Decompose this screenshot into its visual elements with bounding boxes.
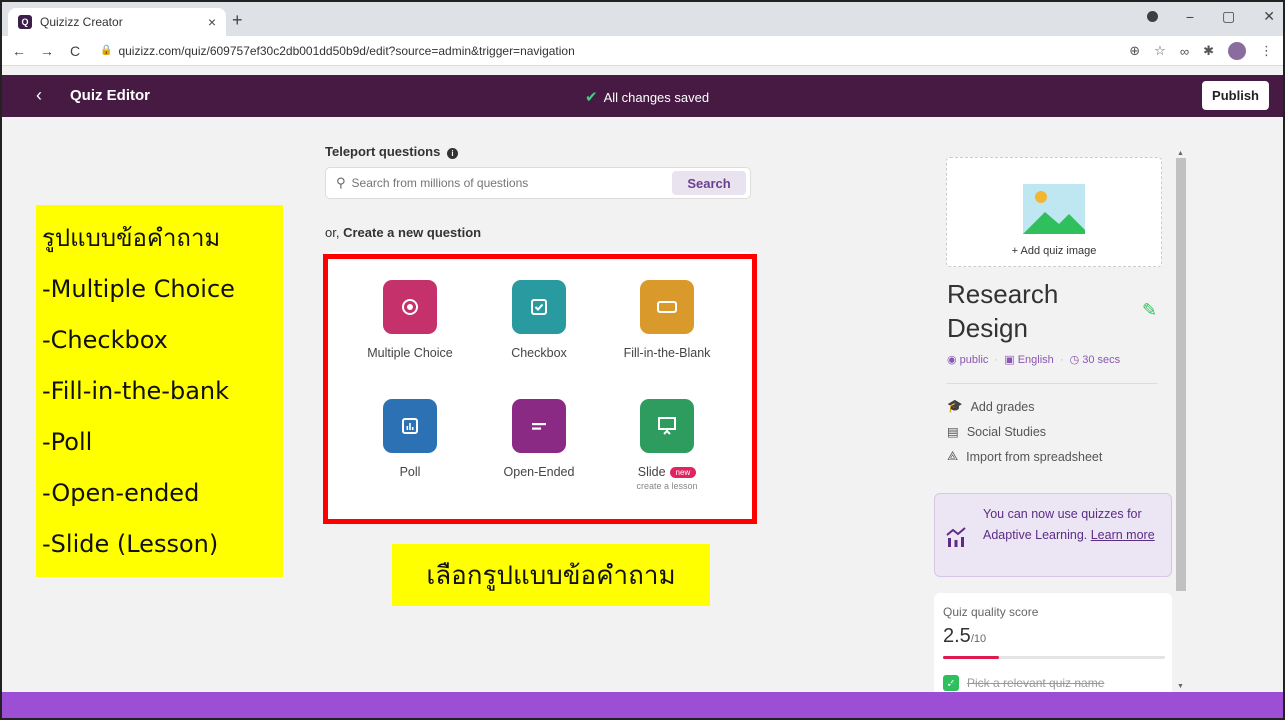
puzzle-icon[interactable]: ✱ [1203,43,1214,59]
clock-icon: ◷ [1069,354,1080,366]
scrollbar-thumb[interactable] [1176,158,1186,591]
teleport-heading: Teleport questions i [325,144,458,159]
adaptive-text-block: You can now use quizzes for Adaptive Lea… [983,504,1168,546]
annotation-line: รูปแบบข้อคำถาม [42,224,221,252]
url-field[interactable]: 🔒 quizizz.com/quiz/609757ef30c2db001dd50… [100,44,575,58]
browser-window: Q Quizizz Creator × + − ▢ ✕ ← → C 🔒 quiz… [0,0,1285,720]
image-placeholder-icon [1023,184,1085,234]
annotation-line: -Poll [42,428,93,456]
check-icon: ✔ [585,89,598,106]
quality-progress-bar [943,656,1165,659]
quiz-meta: ◉ public · ▣ English · ◷ 30 secs [947,354,1121,366]
duration-text[interactable]: 30 secs [1082,354,1120,366]
create-question-heading: or, Create a new question [325,225,481,240]
visibility-text[interactable]: public [960,354,989,366]
annotation-line: -Slide (Lesson) [42,530,219,558]
annotation-line: -Multiple Choice [42,275,235,303]
recording-indicator-icon [1146,11,1158,22]
question-search: ⚲ Search [325,167,751,199]
create-question-label: Create a new question [343,225,482,240]
info-icon[interactable]: i [446,148,458,159]
annotation-select-type: เลือกรูปแบบข้อคำถาม [392,544,710,606]
import-label: Import from spreadsheet [966,449,1103,464]
quizizz-favicon-icon: Q [18,15,32,29]
question-search-input[interactable] [351,176,672,190]
forward-arrow-icon[interactable]: → [36,43,58,59]
learn-more-link[interactable]: Learn more [1091,528,1155,542]
annotation-highlight-box [323,254,757,524]
publish-button[interactable]: Publish [1202,81,1269,110]
annotation-line: -Open-ended [42,479,200,507]
eye-icon: ◉ [947,354,957,366]
quality-score-max: /10 [970,633,987,645]
back-chevron-icon[interactable]: ‹ [36,85,42,106]
quality-score: 2.5/10 [943,625,986,648]
back-arrow-icon[interactable]: ← [8,43,30,59]
quiz-settings-panel: + Add quiz image Research Design ✎ ◉ pub… [934,147,1172,703]
save-status: ✔ All changes saved [585,88,709,106]
url-text: quizizz.com/quiz/609757ef30c2db001dd50b9… [118,43,575,58]
drive-icon: ⟁ [947,449,959,463]
quality-item-label: Pick a relevant quiz name [967,676,1105,690]
search-button[interactable]: Search [672,171,746,195]
quality-score-value: 2.5 [943,625,971,647]
annotation-line: -Fill-in-the-bank [42,377,230,405]
search-icon: ⚲ [336,175,346,190]
import-spreadsheet-action[interactable]: ⟁ Import from spreadsheet [947,449,1102,464]
save-status-text: All changes saved [603,89,710,105]
pencil-edit-icon[interactable]: ✎ [1142,300,1157,321]
language-icon: ▣ [1004,354,1015,366]
address-bar: ← → C 🔒 quizizz.com/quiz/609757ef30c2db0… [2,36,1283,66]
browser-toolbar-icons: ⊕ ☆ ∞ ✱ ⋮ [1129,42,1273,60]
subject-action[interactable]: ▤ Social Studies [947,424,1047,440]
quality-checklist-item[interactable]: ✓ Pick a relevant quiz name [943,675,1104,691]
new-tab-button[interactable]: + [232,10,243,31]
bookmark-star-icon[interactable]: ☆ [1154,43,1166,59]
teleport-label: Teleport questions [325,144,441,159]
lock-icon: 🔒 [100,45,113,56]
divider [947,383,1157,384]
extension-icon[interactable]: ∞ [1180,44,1189,59]
scroll-up-icon[interactable]: ▲ [1177,150,1184,157]
add-quiz-image-label: + Add quiz image [1011,245,1097,257]
window-controls: − ▢ ✕ [1146,8,1275,25]
profile-avatar[interactable] [1228,42,1246,60]
minimize-button[interactable]: − [1186,9,1194,25]
quality-progress-fill [943,656,999,659]
quality-label: Quiz quality score [943,605,1039,619]
menu-dots-icon[interactable]: ⋮ [1260,43,1273,59]
zoom-icon[interactable]: ⊕ [1129,43,1140,59]
or-prefix: or, [325,225,340,240]
subject-label: Social Studies [966,424,1047,439]
adaptive-chart-icon [945,526,967,548]
quiz-quality-card: Quiz quality score 2.5/10 ✓ Pick a relev… [934,593,1172,703]
quiz-title: Research Design [947,279,1059,343]
app-header: ‹ Quiz Editor ✔ All changes saved Publis… [2,75,1283,117]
page-title: Quiz Editor [70,87,150,104]
quiz-image-dropzone[interactable]: + Add quiz image [946,157,1162,267]
add-grades-action[interactable]: 🎓 Add grades [947,399,1035,414]
book-icon: ▤ [947,425,959,439]
browser-tab[interactable]: Q Quizizz Creator × [8,8,226,36]
close-window-button[interactable]: ✕ [1263,8,1275,25]
maximize-button[interactable]: ▢ [1222,8,1235,25]
tab-close-icon[interactable]: × [208,14,216,30]
graduation-cap-icon: 🎓 [947,399,963,413]
add-grades-label: Add grades [970,399,1035,414]
tab-bar: Q Quizizz Creator × + − ▢ ✕ [2,2,1283,36]
checked-checkbox-icon[interactable]: ✓ [943,675,959,691]
bottom-color-bar [2,692,1283,718]
language-text[interactable]: English [1018,354,1054,366]
adaptive-learning-banner: You can now use quizzes for Adaptive Lea… [934,493,1172,577]
panel-scrollbar[interactable]: ▲ ▼ [1176,150,1186,690]
scroll-down-icon[interactable]: ▼ [1177,683,1184,690]
annotation-line: -Checkbox [42,326,168,354]
annotation-question-types-list: รูปแบบข้อคำถาม -Multiple Choice -Checkbo… [36,205,283,577]
reload-icon[interactable]: C [64,43,86,59]
tab-title: Quizizz Creator [40,15,123,29]
